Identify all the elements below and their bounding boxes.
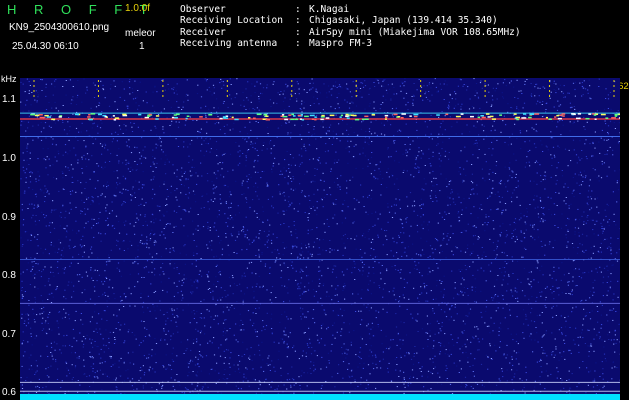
y-tick-label: 0.7	[2, 328, 16, 340]
info-separator: :	[295, 4, 307, 15]
info-value: Maspro FM-3	[309, 38, 372, 49]
info-separator: :	[295, 38, 307, 49]
header-panel: H R O F F T 1.0.0f KN9_2504300610.png me…	[0, 0, 629, 74]
app-version: 1.0.0f	[125, 3, 151, 14]
info-row-antenna: Receiving antenna: Maspro FM-3	[180, 38, 372, 49]
info-label: Receiving Location	[180, 15, 283, 26]
info-label: Observer	[180, 4, 226, 15]
detection-count: 1	[139, 41, 145, 52]
info-label: Receiving antenna	[180, 38, 278, 49]
y-tick-label: 1.1	[2, 94, 16, 106]
info-separator: :	[295, 27, 307, 38]
info-value: K.Nagai	[309, 4, 350, 15]
info-row-location: Receiving Location: Chigasaki, Japan (13…	[180, 15, 498, 26]
bottom-band	[20, 394, 620, 400]
y-axis-unit: kHz	[1, 74, 17, 84]
info-value: Chigasaki, Japan (139.414 35.340)	[309, 15, 498, 26]
spectrogram	[20, 78, 620, 400]
y-tick-label: 0.8	[2, 270, 16, 282]
y-tick-label: 1.0	[2, 152, 16, 164]
noise-speckle	[20, 78, 620, 400]
info-separator: :	[295, 15, 307, 26]
y-tick-label: 0.6	[2, 387, 16, 399]
mode-label: meleor	[125, 28, 156, 39]
image-filename: KN9_2504300610.png	[9, 22, 110, 33]
spectrogram-plot	[20, 78, 620, 400]
info-row-observer: Observer: K.Nagai	[180, 4, 349, 15]
info-value: AirSpy mini (Miakejima VOR 108.65MHz)	[309, 27, 521, 38]
y-tick-label: 0.9	[2, 211, 16, 223]
info-label: Receiver	[180, 27, 226, 38]
capture-datetime: 25.04.30 06:10	[12, 41, 79, 52]
info-row-receiver: Receiver: AirSpy mini (Miakejima VOR 108…	[180, 27, 521, 38]
